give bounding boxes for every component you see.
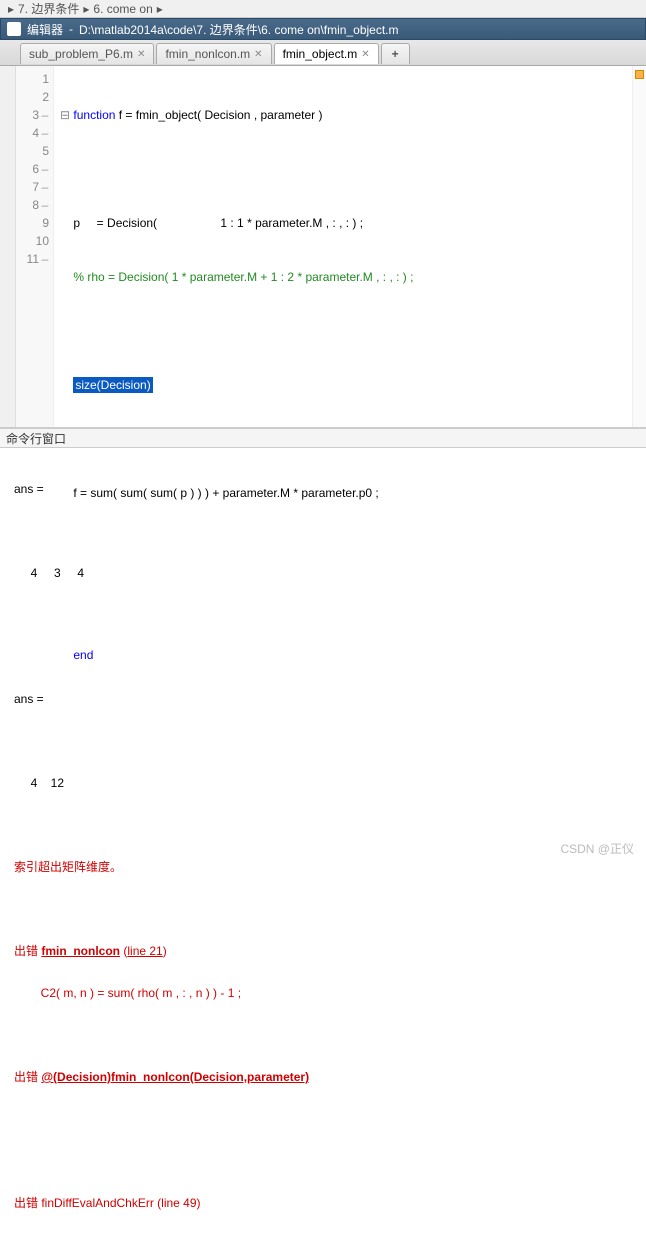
output-line: 4 12 xyxy=(14,773,632,794)
breadcrumb: ▸ 7. 边界条件 ▸ 6. come on ▸ xyxy=(0,0,646,18)
code-area[interactable]: ⊟ function f = fmin_object( Decision , p… xyxy=(54,66,632,427)
fold-icon[interactable]: ⊟ xyxy=(60,108,73,122)
error-line: 出错 finDiffEvalAndChkErr (line 49) xyxy=(14,1193,632,1214)
tab-fmin-nonlcon[interactable]: fmin_nonlcon.m ✕ xyxy=(156,43,271,64)
editor-titlebar: 编辑器 - D:\matlab2014a\code\7. 边界条件\6. com… xyxy=(0,18,646,40)
error-link[interactable]: fmin_nonlcon xyxy=(41,944,120,958)
close-icon[interactable]: ✕ xyxy=(254,49,262,60)
tab-fmin-object[interactable]: fmin_object.m ✕ xyxy=(274,43,379,64)
titlebar-path: D:\matlab2014a\code\7. 边界条件\6. come on\f… xyxy=(79,21,398,38)
warning-indicator-icon[interactable] xyxy=(635,70,644,79)
error-line: 出错 fmin_nonlcon (line 21) xyxy=(14,941,632,962)
selected-text[interactable]: size(Decision) xyxy=(73,377,152,393)
output-line xyxy=(14,815,632,836)
breadcrumb-sep: ▸ xyxy=(157,2,163,16)
error-line: C2( m, n ) = sum( rho( m , : , n ) ) - 1… xyxy=(14,983,632,1004)
breadcrumb-item[interactable]: 6. come on xyxy=(93,2,152,16)
titlebar-label: 编辑器 xyxy=(27,21,63,38)
file-icon xyxy=(7,22,21,36)
tab-label: fmin_object.m xyxy=(283,47,358,61)
code-message-bar[interactable] xyxy=(632,66,646,427)
error-line: 出错 @(Decision)fmin_nonlcon(Decision,para… xyxy=(14,1067,632,1088)
titlebar-sep: - xyxy=(69,22,73,36)
breadcrumb-item[interactable]: 7. 边界条件 xyxy=(18,0,79,17)
error-line: 索引超出矩阵维度。 xyxy=(14,857,632,878)
command-window-title: 命令行窗口 xyxy=(6,430,66,447)
error-line-link[interactable]: line 21 xyxy=(127,944,162,958)
close-icon[interactable]: ✕ xyxy=(137,49,145,60)
output-line xyxy=(14,1025,632,1046)
close-icon[interactable]: ✕ xyxy=(361,49,369,60)
tab-bar: sub_problem_P6.m ✕ fmin_nonlcon.m ✕ fmin… xyxy=(0,40,646,66)
output-line xyxy=(14,731,632,752)
output-line xyxy=(14,1109,632,1130)
error-link[interactable]: @(Decision)fmin_nonlcon(Decision,paramet… xyxy=(41,1070,309,1084)
output-line xyxy=(14,899,632,920)
tab-label: sub_problem_P6.m xyxy=(29,47,133,61)
breadcrumb-sep: ▸ xyxy=(83,2,89,16)
editor-toolstrip xyxy=(0,66,16,427)
watermark: CSDN @正仪 xyxy=(560,840,634,857)
editor-pane: 1 2 3– 4– 5 6– 7– 8– 9 10 11– ⊟ function… xyxy=(0,66,646,428)
tab-add[interactable]: + xyxy=(381,43,410,64)
output-line xyxy=(14,1151,632,1172)
tab-sub-problem[interactable]: sub_problem_P6.m ✕ xyxy=(20,43,154,64)
line-gutter: 1 2 3– 4– 5 6– 7– 8– 9 10 11– xyxy=(16,66,54,427)
breadcrumb-arrow: ▸ xyxy=(8,2,14,16)
tab-label: fmin_nonlcon.m xyxy=(165,47,250,61)
